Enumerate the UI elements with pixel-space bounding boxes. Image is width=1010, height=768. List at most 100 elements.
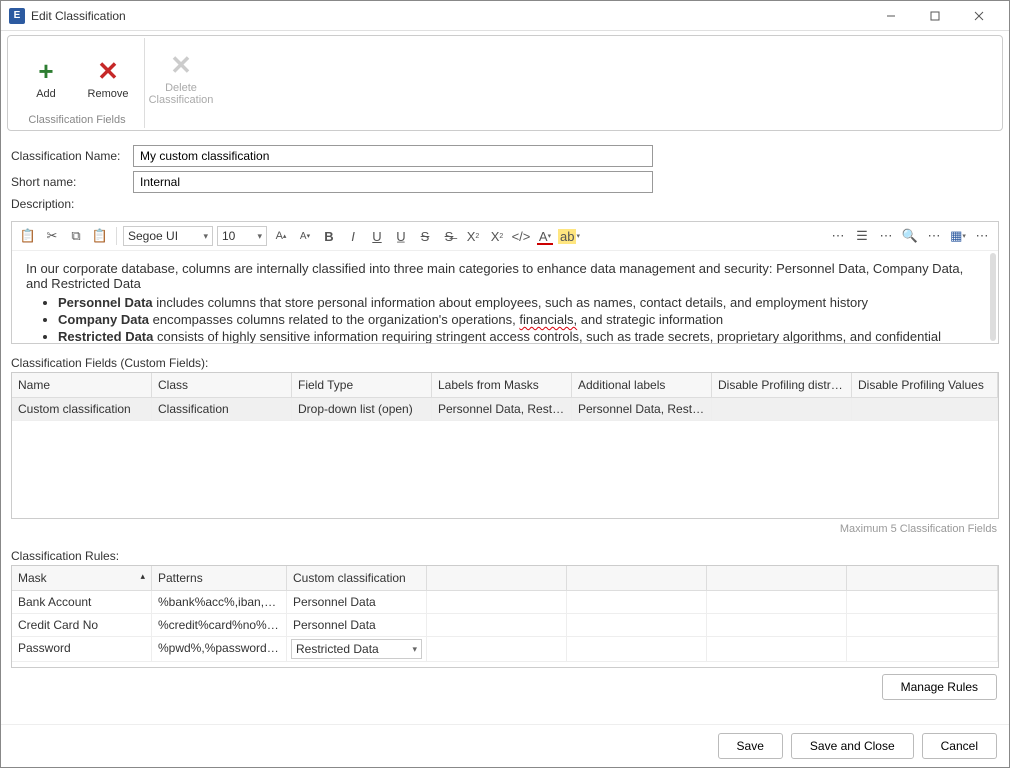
cell-mask: Password (12, 637, 152, 661)
cell-class: Classification (152, 398, 292, 420)
rules-grid-header: Mask▴ Patterns Custom classification (12, 566, 998, 591)
subscript-icon[interactable]: X2 (487, 226, 507, 246)
maximize-button[interactable] (913, 2, 957, 30)
font-size-select[interactable]: 10▾ (217, 226, 267, 246)
x-icon: ✕ (97, 58, 119, 84)
col-class[interactable]: Class (152, 373, 292, 397)
description-label: Description: (11, 197, 133, 211)
ribbon-group-label: Classification Fields (18, 114, 136, 126)
minimize-button[interactable] (869, 2, 913, 30)
cell-custom: Personnel Data (287, 614, 427, 636)
double-strikethrough-icon[interactable]: S̶ (439, 226, 459, 246)
code-icon[interactable]: </> (511, 226, 531, 246)
edit-classification-window: E Edit Classification + Add ✕ R (0, 0, 1010, 768)
classification-name-input[interactable] (133, 145, 653, 167)
cancel-button[interactable]: Cancel (922, 733, 997, 759)
col-custom-classification[interactable]: Custom classification (287, 566, 427, 590)
col-empty (847, 566, 998, 590)
cut-icon[interactable]: ✂ (42, 226, 62, 246)
font-color-icon[interactable]: A▾ (535, 226, 555, 246)
short-name-input[interactable] (133, 171, 653, 193)
rules-grid-body: Bank Account %bank%acc%,iban,%ib… Person… (12, 591, 998, 667)
fields-section-label: Classification Fields (Custom Fields): (1, 350, 1009, 372)
more-icon[interactable]: ⋯ (828, 226, 848, 246)
save-and-close-button[interactable]: Save and Close (791, 733, 914, 759)
titlebar: E Edit Classification (1, 1, 1009, 31)
cell-labels-masks: Personnel Data, Restrict… (432, 398, 572, 420)
table-icon[interactable]: ▦▾ (948, 226, 968, 246)
paste-icon[interactable]: 📋 (18, 226, 38, 246)
cell-additional-labels: Personnel Data, Restrict… (572, 398, 712, 420)
cell-fieldtype: Drop-down list (open) (292, 398, 432, 420)
fields-grid-header: Name Class Field Type Labels from Masks … (12, 373, 998, 398)
editor-toolbar: 📋 ✂ ⧉ 📋 Segoe UI▾ 10▾ A▴ A▾ B I U U̲ S S… (12, 222, 998, 251)
bold-icon[interactable]: B (319, 226, 339, 246)
table-row[interactable]: Password %pwd%,%password%,… Restricted D… (12, 637, 998, 662)
chevron-down-icon: ▾ (257, 231, 262, 242)
sort-asc-icon: ▴ (140, 571, 145, 585)
col-patterns[interactable]: Patterns (152, 566, 287, 590)
superscript-icon[interactable]: X2 (463, 226, 483, 246)
cell-disable-values (852, 398, 998, 420)
cell-mask: Bank Account (12, 591, 152, 613)
more-icon[interactable]: ⋯ (924, 226, 944, 246)
grow-font-icon[interactable]: A▴ (271, 226, 291, 246)
col-name[interactable]: Name (12, 373, 152, 397)
remove-label: Remove (88, 88, 129, 100)
delete-label: Delete Classification (146, 82, 216, 106)
shrink-font-icon[interactable]: A▾ (295, 226, 315, 246)
cell-custom: Personnel Data (287, 591, 427, 613)
description-bullet-3: Restricted Data consists of highly sensi… (58, 329, 984, 343)
bullet-list-icon[interactable]: ☰ (852, 226, 872, 246)
cell-mask: Credit Card No (12, 614, 152, 636)
chevron-down-icon: ▾ (412, 644, 417, 655)
strikethrough-icon[interactable]: S (415, 226, 435, 246)
plus-icon: + (38, 58, 53, 84)
save-button[interactable]: Save (718, 733, 783, 759)
col-mask[interactable]: Mask▴ (12, 566, 152, 590)
description-bullet-1: Personnel Data includes columns that sto… (58, 295, 984, 310)
ribbon: + Add ✕ Remove Classification Fields ✕ D… (7, 35, 1003, 131)
cell-custom-dropdown[interactable]: Restricted Data▾ (287, 637, 427, 661)
more-icon[interactable]: ⋯ (972, 226, 992, 246)
app-icon: E (9, 8, 25, 24)
table-row[interactable]: Custom classification Classification Dro… (12, 398, 998, 421)
ribbon-group-delete: ✕ Delete Classification (145, 38, 217, 128)
x-icon: ✕ (170, 52, 192, 78)
description-bullet-2: Company Data encompasses columns related… (58, 312, 984, 327)
col-fieldtype[interactable]: Field Type (292, 373, 432, 397)
scrollbar[interactable] (990, 253, 996, 341)
editor-content[interactable]: In our corporate database, columns are i… (12, 251, 998, 343)
col-disable-distribution[interactable]: Disable Profiling distributi… (712, 373, 852, 397)
add-button[interactable]: + Add (18, 40, 74, 112)
paste-special-icon[interactable]: 📋 (90, 226, 110, 246)
find-icon[interactable]: 🔍 (900, 226, 920, 246)
remove-button[interactable]: ✕ Remove (80, 40, 136, 112)
cell-patterns: %bank%acc%,iban,%ib… (152, 591, 287, 613)
delete-classification-button: ✕ Delete Classification (153, 40, 209, 112)
copy-icon[interactable]: ⧉ (66, 226, 86, 246)
short-name-label: Short name: (11, 175, 133, 189)
highlight-icon[interactable]: ab▾ (559, 226, 579, 246)
close-button[interactable] (957, 2, 1001, 30)
col-disable-values[interactable]: Disable Profiling Values (852, 373, 998, 397)
col-empty (427, 566, 567, 590)
cell-patterns: %pwd%,%password%,… (152, 637, 287, 661)
underline-icon[interactable]: U (367, 226, 387, 246)
chevron-down-icon: ▾ (203, 231, 208, 242)
manage-rules-button[interactable]: Manage Rules (882, 674, 997, 700)
table-row[interactable]: Bank Account %bank%acc%,iban,%ib… Person… (12, 591, 998, 614)
double-underline-icon[interactable]: U̲ (391, 226, 411, 246)
ribbon-group-fields: + Add ✕ Remove Classification Fields (10, 38, 145, 128)
col-labels-masks[interactable]: Labels from Masks (432, 373, 572, 397)
more-icon[interactable]: ⋯ (876, 226, 896, 246)
classification-name-label: Classification Name: (11, 149, 133, 163)
italic-icon[interactable]: I (343, 226, 363, 246)
col-additional-labels[interactable]: Additional labels (572, 373, 712, 397)
classification-rules-grid: Mask▴ Patterns Custom classification Ban… (11, 565, 999, 668)
fields-footer-note: Maximum 5 Classification Fields (1, 519, 1009, 543)
col-empty (707, 566, 847, 590)
table-row[interactable]: Credit Card No %credit%card%no%,%… Perso… (12, 614, 998, 637)
font-family-select[interactable]: Segoe UI▾ (123, 226, 213, 246)
description-intro: In our corporate database, columns are i… (26, 261, 984, 291)
